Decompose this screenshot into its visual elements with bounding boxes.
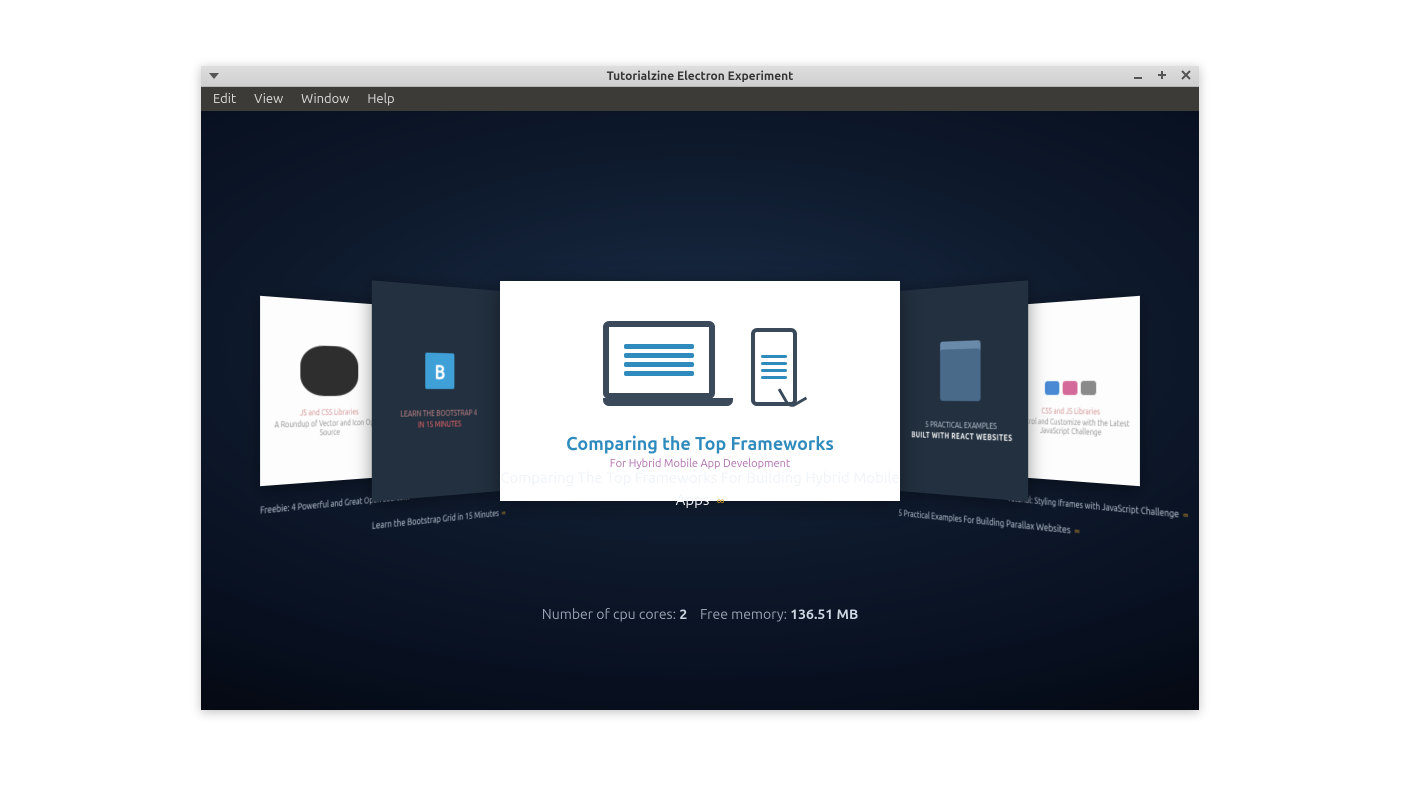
slide-heading: CSS and JS Libraries bbox=[1041, 407, 1100, 417]
titlebar[interactable]: Tutorialzine Electron Experiment bbox=[201, 66, 1199, 87]
carousel-slide-right[interactable]: 5 PRACTICAL EXAMPLES BUILT WITH REACT WE… bbox=[898, 280, 1028, 501]
system-stats: Number of cpu cores: 2 Free memory: 136.… bbox=[201, 606, 1199, 622]
link-icon[interactable]: ∞ bbox=[717, 494, 725, 508]
maximize-button[interactable] bbox=[1155, 70, 1169, 83]
bootstrap-icon: B bbox=[425, 353, 454, 389]
slide-caption: 5 Practical Examples For Building Parall… bbox=[898, 508, 1028, 531]
slide-heading: LEARN THE BOOTSTRAP 4 bbox=[400, 408, 477, 418]
menu-edit[interactable]: Edit bbox=[205, 90, 244, 108]
menu-window[interactable]: Window bbox=[293, 90, 357, 108]
slide-caption: Learn the Bootstrap Grid in 15 Minutes∞ bbox=[372, 508, 502, 531]
memory-value: 136.51 MB bbox=[790, 606, 858, 622]
slide-subheading: A Roundup of Vector and Icon Open Source bbox=[267, 417, 386, 439]
slide-heading: JS and CSS Libraries bbox=[300, 407, 359, 417]
slide-heading: 5 PRACTICAL EXAMPLES bbox=[925, 420, 997, 431]
menu-view[interactable]: View bbox=[246, 90, 291, 108]
phone-icon bbox=[751, 328, 797, 406]
center-slide-heading: Comparing the Top Frameworks bbox=[566, 434, 834, 454]
carousel-slide-left[interactable]: B LEARN THE BOOTSTRAP 4 IN 15 MINUTES Le… bbox=[372, 280, 502, 501]
cpu-label: Number of cpu cores: bbox=[542, 606, 676, 622]
menubar: Edit View Window Help bbox=[201, 87, 1199, 111]
system-menu-icon[interactable] bbox=[207, 73, 221, 79]
menu-help[interactable]: Help bbox=[359, 90, 402, 108]
current-slide-caption: Comparing The Top Frameworks For Buildin… bbox=[500, 467, 900, 511]
minimize-button[interactable] bbox=[1131, 70, 1145, 83]
window-icon bbox=[940, 340, 980, 401]
window-title: Tutorialzine Electron Experiment bbox=[201, 70, 1199, 83]
cpu-value: 2 bbox=[679, 606, 687, 622]
laptop-icon bbox=[603, 321, 733, 406]
devices-graphic bbox=[603, 321, 797, 406]
memory-label: Free memory: bbox=[700, 606, 787, 622]
app-content: JS and CSS Libraries A Roundup of Vector… bbox=[201, 111, 1199, 710]
slide-subheading: BUILT WITH REACT WEBSITES bbox=[911, 430, 1012, 443]
close-button[interactable] bbox=[1179, 70, 1193, 83]
link-icon[interactable]: ∞ bbox=[1074, 525, 1079, 536]
slide-subheading: IN 15 MINUTES bbox=[418, 420, 461, 430]
link-icon[interactable]: ∞ bbox=[1183, 509, 1188, 520]
app-window: Tutorialzine Electron Experiment Edit Vi… bbox=[201, 66, 1199, 710]
slide-subheading: Control and Customize with the Latest Ja… bbox=[1013, 417, 1132, 439]
